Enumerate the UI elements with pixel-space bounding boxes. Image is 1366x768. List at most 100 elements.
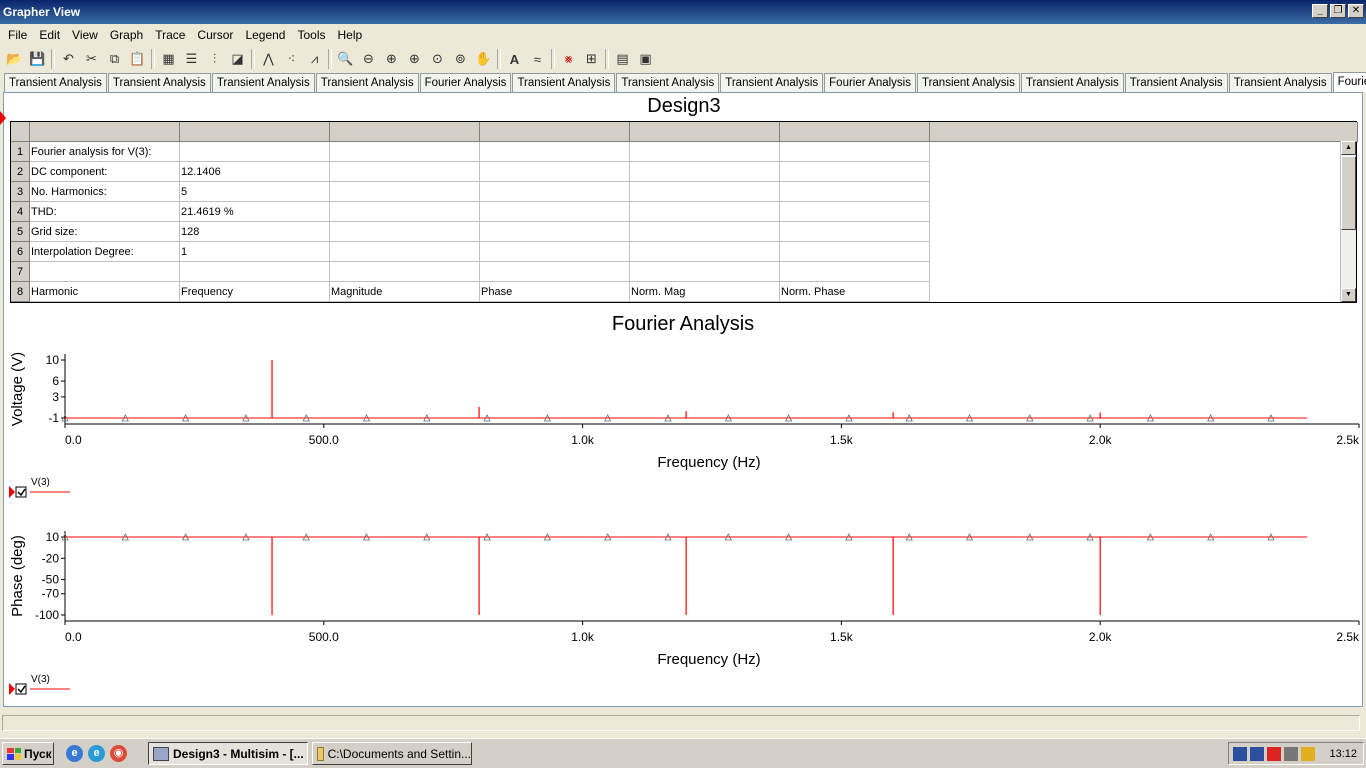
column-header[interactable] — [480, 122, 630, 142]
volume-icon[interactable] — [1284, 746, 1298, 761]
results-spreadsheet[interactable]: 1 Fourier analysis for V(3): 2 DC component… — [10, 121, 1358, 303]
start-button[interactable]: Пуск — [2, 742, 54, 765]
table-cell[interactable] — [180, 262, 330, 282]
undo-icon[interactable]: ↶ — [57, 48, 80, 70]
zoom-x-icon[interactable]: ⊕ — [380, 48, 403, 70]
table-cell[interactable] — [330, 222, 480, 242]
network-error-icon[interactable] — [1250, 746, 1264, 761]
cut-icon[interactable]: ✂ — [80, 48, 103, 70]
tab-transient-analysis[interactable]: Transient Analysis — [1228, 73, 1332, 92]
chrome-icon[interactable]: ◉ — [110, 745, 127, 762]
trace-lines-icon[interactable]: ⋀ — [257, 48, 280, 70]
menu-edit[interactable]: Edit — [33, 24, 66, 44]
tab-transient-analysis[interactable]: Transient Analysis — [211, 73, 315, 92]
table-cell[interactable] — [780, 202, 930, 222]
table-cell[interactable]: 12.1406 — [180, 162, 330, 182]
tab-transient-analysis[interactable]: Transient Analysis — [512, 73, 616, 92]
tab-fourier-analysis[interactable]: Fourier Analysis — [824, 73, 916, 92]
tab-transient-analysis[interactable]: Transient Analysis — [107, 73, 211, 92]
table-cell[interactable]: Interpolation Degree: — [30, 242, 180, 262]
table-cell[interactable]: Grid size: — [30, 222, 180, 242]
minimize-button[interactable]: _ — [1312, 4, 1328, 18]
table-cell[interactable]: Phase — [480, 282, 630, 302]
taskbar-item-explorer[interactable]: C:\Documents and Settin... — [312, 742, 472, 765]
pan-icon[interactable]: ✋ — [472, 48, 495, 70]
spreadsheet-scrollbar[interactable]: ▲ ▼ — [1340, 141, 1356, 302]
table-cell[interactable]: Norm. Phase — [780, 282, 930, 302]
table-cell[interactable] — [480, 162, 630, 182]
menu-legend[interactable]: Legend — [239, 24, 291, 44]
menu-tools[interactable]: Tools — [291, 24, 331, 44]
table-cell[interactable]: 128 — [180, 222, 330, 242]
table-cell[interactable]: Magnitude — [330, 282, 480, 302]
zoom-full-icon[interactable]: ⊙ — [426, 48, 449, 70]
column-header[interactable] — [780, 122, 930, 142]
menu-trace[interactable]: Trace — [149, 24, 191, 44]
table-cell[interactable] — [630, 142, 780, 162]
tray-app-icon[interactable] — [1301, 746, 1315, 761]
table-cell[interactable] — [330, 182, 480, 202]
column-header[interactable] — [930, 122, 1358, 142]
table-cell[interactable] — [780, 182, 930, 202]
select-marks-icon[interactable]: ⊞ — [580, 48, 603, 70]
tab-transient-analysis[interactable]: Transient Analysis — [1124, 73, 1228, 92]
table-cell[interactable] — [480, 142, 630, 162]
open-icon[interactable]: 📂 — [3, 48, 26, 70]
table-cell[interactable] — [480, 202, 630, 222]
add-text-icon[interactable]: A — [503, 48, 526, 70]
table-cell[interactable] — [180, 142, 330, 162]
zoom-area-icon[interactable]: 🔍 — [334, 48, 357, 70]
table-cell[interactable]: 21.4619 % — [180, 202, 330, 222]
menu-cursor[interactable]: Cursor — [191, 24, 239, 44]
trace-points-icon[interactable]: ⁖ — [280, 48, 303, 70]
table-cell[interactable] — [330, 262, 480, 282]
table-cell[interactable] — [780, 262, 930, 282]
menu-file[interactable]: File — [2, 24, 33, 44]
table-cell[interactable] — [480, 182, 630, 202]
table-cell[interactable] — [630, 262, 780, 282]
reverse-colors-icon[interactable]: ◪ — [226, 48, 249, 70]
zoom-fit-icon[interactable]: ⊚ — [449, 48, 472, 70]
table-cell[interactable] — [780, 222, 930, 242]
menu-help[interactable]: Help — [332, 24, 369, 44]
antivirus-icon[interactable] — [1267, 746, 1281, 761]
zoom-y-icon[interactable]: ⊕ — [403, 48, 426, 70]
paste-icon[interactable]: 📋 — [126, 48, 149, 70]
tab-transient-analysis[interactable]: Transient Analysis — [720, 73, 824, 92]
table-cell[interactable] — [630, 242, 780, 262]
table-cell[interactable] — [480, 242, 630, 262]
table-cell[interactable] — [630, 222, 780, 242]
tab-transient-analysis[interactable]: Transient Analysis — [315, 73, 419, 92]
zoom-out-icon[interactable]: ⊖ — [357, 48, 380, 70]
network-icon[interactable] — [1233, 746, 1247, 761]
table-cell[interactable] — [480, 262, 630, 282]
tab-transient-analysis[interactable]: Transient Analysis — [616, 73, 720, 92]
taskbar-item-multisim[interactable]: Design3 - Multisim - [... — [148, 742, 308, 765]
scroll-up-icon[interactable]: ▲ — [1341, 141, 1356, 155]
tab-transient-analysis[interactable]: Transient Analysis — [4, 73, 107, 92]
internet-explorer-icon[interactable]: e — [66, 745, 83, 762]
save-icon[interactable]: 💾 — [26, 48, 49, 70]
close-button[interactable]: ✕ — [1348, 4, 1364, 18]
column-header[interactable] — [180, 122, 330, 142]
table-cell[interactable]: THD: — [30, 202, 180, 222]
tab-transient-analysis[interactable]: Transient Analysis — [916, 73, 1020, 92]
table-cell[interactable]: Fourier analysis for V(3): — [30, 142, 180, 162]
cursors-toggle-icon[interactable]: ⫶ — [203, 48, 226, 70]
tab-transient-analysis[interactable]: Transient Analysis — [1020, 73, 1124, 92]
table-cell[interactable] — [780, 162, 930, 182]
table-cell[interactable]: Frequency — [180, 282, 330, 302]
table-cell[interactable]: DC component: — [30, 162, 180, 182]
probe-icon[interactable]: ≈ — [526, 48, 549, 70]
overlay-traces-icon[interactable]: ⨳ — [557, 48, 580, 70]
export-excel-icon[interactable]: ▤ — [611, 48, 634, 70]
table-cell[interactable] — [330, 162, 480, 182]
table-cell[interactable]: 5 — [180, 182, 330, 202]
table-cell[interactable]: No. Harmonics: — [30, 182, 180, 202]
column-header[interactable] — [630, 122, 780, 142]
table-cell[interactable] — [780, 242, 930, 262]
table-cell[interactable] — [780, 142, 930, 162]
table-cell[interactable] — [330, 242, 480, 262]
export-mathcad-icon[interactable]: ▣ — [634, 48, 657, 70]
menu-graph[interactable]: Graph — [104, 24, 149, 44]
